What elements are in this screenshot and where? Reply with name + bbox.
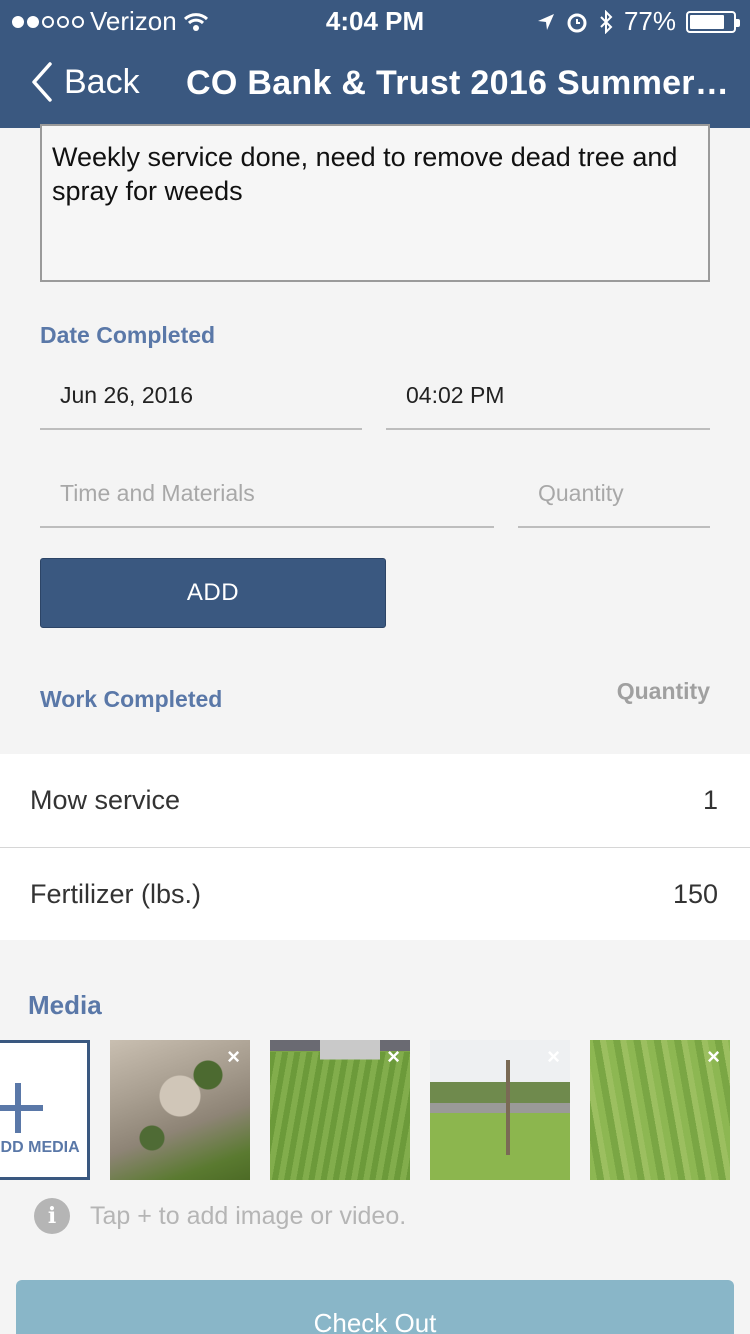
work-item-quantity: 1 [702, 785, 718, 815]
battery-percentage: 77% [623, 6, 676, 36]
media-thumbnail[interactable]: × [590, 1040, 730, 1180]
remove-media-icon[interactable]: × [707, 1046, 720, 1068]
media-hint: i Tap + to add image or video. [34, 1198, 406, 1234]
media-thumbnail[interactable]: × [110, 1040, 250, 1180]
remove-media-icon[interactable]: × [227, 1046, 240, 1068]
notes-textarea[interactable]: Weekly service done, need to remove dead… [40, 124, 710, 282]
plus-icon [0, 1079, 53, 1139]
work-completed-list: Mow service 1 Fertilizer (lbs.) 150 [0, 754, 750, 940]
list-item[interactable]: Mow service 1 [0, 754, 750, 847]
top-bar: Verizon 4:04 PM 77% Back CO Bank & Trust… [0, 0, 750, 128]
remove-media-icon[interactable]: × [547, 1046, 560, 1068]
add-media-button[interactable]: ADD MEDIA [0, 1040, 90, 1180]
date-completed-time-field[interactable]: 04:02 PM [386, 370, 710, 430]
media-thumbnail[interactable]: × [430, 1040, 570, 1180]
remove-media-icon[interactable]: × [387, 1046, 400, 1068]
page-title: CO Bank & Trust 2016 Summer Maintenance [186, 64, 736, 102]
media-thumbnail[interactable]: × [270, 1040, 410, 1180]
status-bar: Verizon 4:04 PM 77% [0, 0, 750, 40]
quantity-field[interactable]: Quantity [518, 468, 710, 528]
quantity-column-header: Quantity [616, 678, 710, 704]
media-hint-text: Tap + to add image or video. [90, 1201, 407, 1230]
alarm-clock-icon [567, 13, 587, 32]
bluetooth-icon [600, 9, 613, 34]
date-completed-label: Date Completed [40, 322, 216, 348]
info-icon: i [34, 1198, 70, 1234]
work-item-name: Fertilizer (lbs.) [30, 878, 202, 909]
media-strip[interactable]: ADD MEDIA × × × × [0, 1040, 750, 1180]
media-label: Media [28, 990, 102, 1020]
back-button-label: Back [64, 62, 140, 101]
location-arrow-icon [537, 13, 554, 30]
work-item-quantity: 150 [672, 878, 718, 909]
add-media-label: ADD MEDIA [0, 1139, 80, 1156]
work-completed-label: Work Completed [40, 686, 223, 712]
battery-icon [686, 10, 740, 33]
check-out-button[interactable]: Check Out [16, 1280, 734, 1334]
back-button[interactable]: Back [30, 62, 140, 102]
add-button[interactable]: ADD [40, 558, 386, 628]
status-right: 77% [536, 6, 740, 37]
list-item[interactable]: Fertilizer (lbs.) 150 [0, 847, 750, 940]
time-and-materials-field[interactable]: Time and Materials [40, 468, 494, 528]
chevron-left-icon [32, 62, 52, 102]
navigation-bar: Back CO Bank & Trust 2016 Summer Mainten… [0, 40, 750, 128]
work-item-name: Mow service [30, 785, 181, 815]
date-completed-date-field[interactable]: Jun 26, 2016 [40, 370, 362, 430]
